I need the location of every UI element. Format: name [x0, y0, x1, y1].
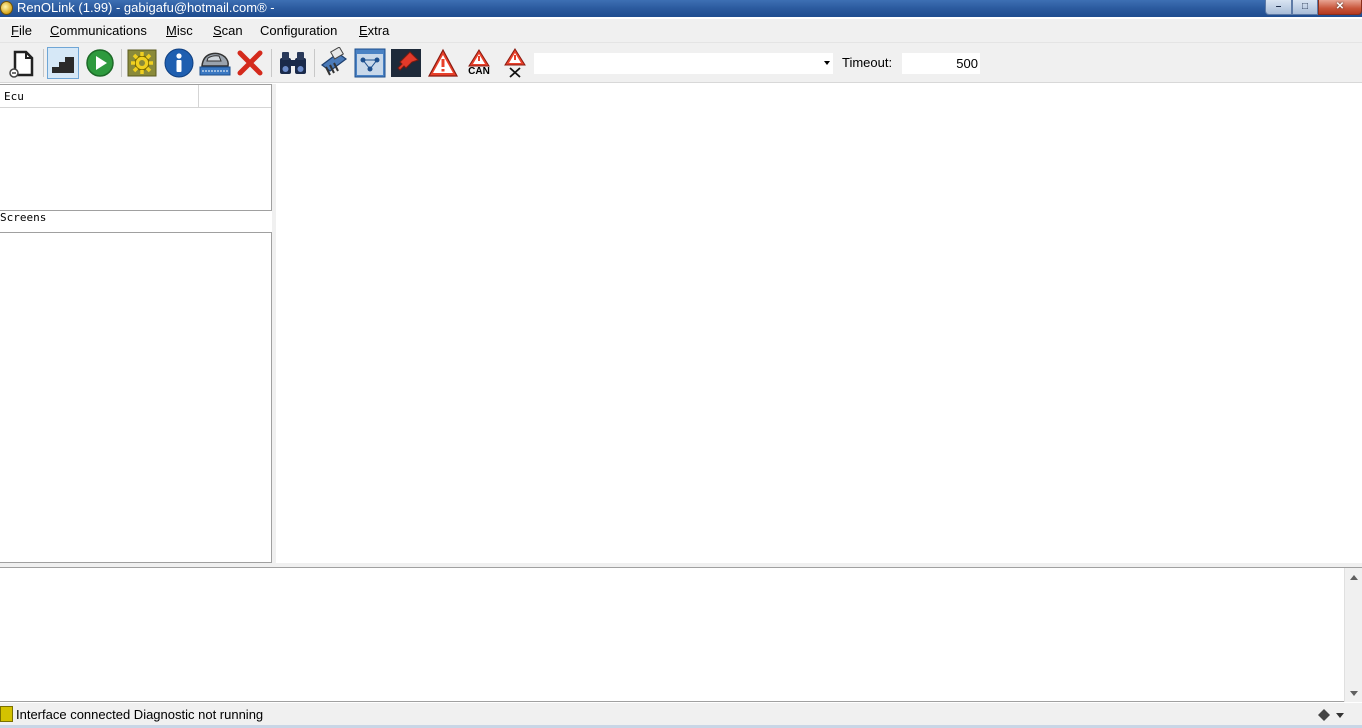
resize-grip-icon[interactable]: [1316, 708, 1356, 722]
document-icon: [9, 50, 34, 78]
toolbar-separator: [121, 49, 122, 77]
ecu-list-header: Ecu: [0, 85, 271, 108]
pin-icon: [391, 49, 421, 77]
main-content-area[interactable]: [276, 84, 1362, 564]
network-icon: [354, 48, 386, 78]
chevron-down-icon: [824, 61, 830, 65]
open-document-button[interactable]: [6, 47, 38, 79]
menu-file[interactable]: File: [11, 23, 32, 38]
minimize-icon: –: [1275, 1, 1282, 12]
warning-icon: [427, 48, 459, 77]
menu-communications[interactable]: Communications: [50, 23, 147, 38]
close-button[interactable]: ✕: [1318, 0, 1362, 15]
timeout-input[interactable]: 500: [901, 52, 981, 75]
status-text: Interface connected Diagnostic not runni…: [16, 707, 264, 722]
car-scan-icon: [199, 52, 231, 76]
vehicle-scan-button[interactable]: [199, 47, 231, 79]
cancel-button[interactable]: [234, 47, 266, 79]
maximize-button[interactable]: □: [1292, 0, 1318, 15]
can-label: CAN: [468, 66, 490, 77]
menu-bar: File Communications Misc Scan Configurat…: [0, 19, 1362, 43]
window-title: RenOLink (1.99) - gabigafu@hotmail.com® …: [17, 0, 275, 15]
can-warning-icon: [468, 49, 490, 67]
menu-configuration[interactable]: Configuration: [260, 23, 337, 38]
can-warning-button[interactable]: CAN: [463, 47, 495, 79]
timeout-label: Timeout:: [842, 55, 893, 70]
menu-extra[interactable]: Extra: [359, 23, 389, 38]
log-output[interactable]: [0, 568, 1362, 702]
app-icon: [0, 1, 13, 15]
ecu-list[interactable]: Ecu: [0, 84, 272, 211]
log-scrollbar[interactable]: [1344, 568, 1362, 702]
binoculars-icon: [280, 52, 306, 74]
scroll-down-icon[interactable]: [1350, 691, 1358, 696]
ecu-column-header[interactable]: Ecu: [0, 85, 199, 107]
scroll-up-icon[interactable]: [1350, 575, 1358, 580]
toolbar-separator: [43, 49, 44, 77]
settings-gear-icon: [127, 49, 157, 77]
toolbar-separator: [271, 49, 272, 77]
toolbar-separator: [314, 49, 315, 77]
info-icon: [164, 48, 194, 78]
pin-button[interactable]: [390, 47, 422, 79]
connect-icon: [52, 57, 74, 73]
clear-warning-button[interactable]: [499, 47, 531, 79]
connect-button[interactable]: [47, 47, 79, 79]
close-x-icon: [237, 50, 263, 76]
menu-misc[interactable]: Misc: [166, 23, 193, 38]
minimize-button[interactable]: –: [1265, 0, 1292, 15]
ecu-flash-button[interactable]: [318, 47, 350, 79]
warning-button[interactable]: [427, 47, 459, 79]
ecu-flash-icon: [321, 47, 347, 76]
connection-status-icon: [0, 706, 13, 722]
ecu-select-dropdown[interactable]: [533, 52, 834, 75]
start-button[interactable]: [84, 47, 116, 79]
play-icon: [86, 49, 114, 77]
menu-scan[interactable]: Scan: [213, 23, 243, 38]
info-button[interactable]: [163, 47, 195, 79]
window-controls: – □ ✕: [1265, 0, 1362, 15]
search-button[interactable]: [277, 47, 309, 79]
title-bar: RenOLink (1.99) - gabigafu@hotmail.com® …: [0, 0, 1362, 17]
network-config-button[interactable]: [354, 47, 386, 79]
settings-button[interactable]: [126, 47, 158, 79]
maximize-icon: □: [1301, 1, 1309, 12]
screens-label: Screens: [0, 211, 47, 224]
screens-list[interactable]: [0, 232, 272, 563]
clear-warning-icon: [504, 48, 526, 78]
close-icon: ✕: [1335, 1, 1345, 12]
